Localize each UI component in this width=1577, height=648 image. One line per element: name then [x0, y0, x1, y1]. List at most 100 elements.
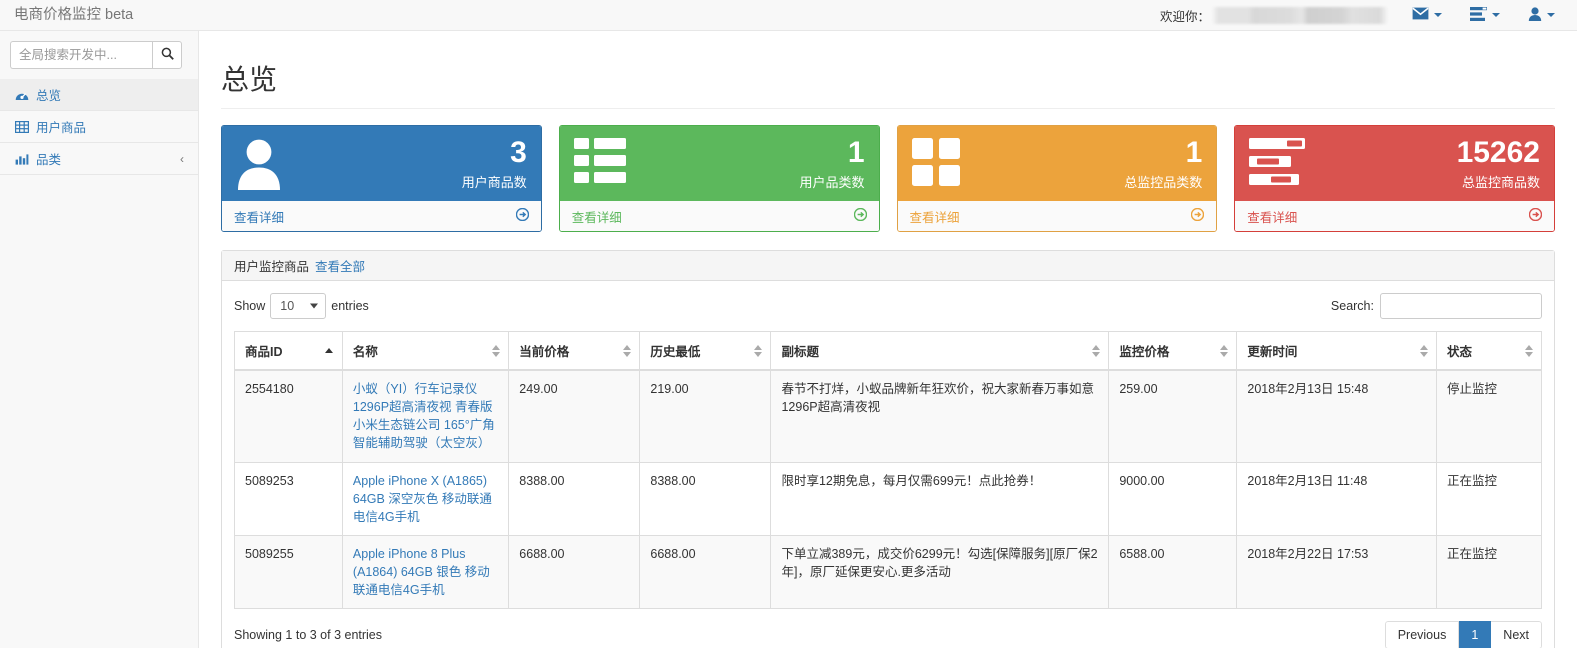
stat-card-body: 3 用户商品数: [222, 126, 541, 201]
app-brand[interactable]: 电商价格监控 beta: [0, 0, 133, 30]
cell-subtitle: 春节不打烊，小蚁品牌新年狂欢价，祝大家新春万事如意1296P超高清夜视: [770, 369, 1110, 463]
search-label: Search:: [1330, 299, 1374, 313]
entries-label: entries: [331, 299, 369, 313]
list-icon: [573, 136, 626, 187]
col-header-subtitle[interactable]: 副标题: [770, 331, 1110, 371]
sidebar-item-label: 用户商品: [36, 121, 87, 135]
chevron-down-icon: [1434, 13, 1442, 17]
arrow-circle-right-icon: [1191, 207, 1205, 224]
stat-card-footer[interactable]: 查看详细: [559, 201, 879, 231]
tasks-icon: [1470, 6, 1487, 24]
product-link[interactable]: Apple iPhone 8 Plus (A1864) 64GB 银色 移动联通…: [353, 547, 490, 597]
cell-name: 小蚁（YI）行车记录仪1296P超高清夜视 青春版 小米生态链公司 165°广角…: [341, 369, 510, 463]
stat-card-footer-label: 查看详细: [909, 210, 960, 225]
table-head: 商品ID 名称 当前价格 历史最低 副标题 监控价格 更新时间 状态: [234, 331, 1542, 371]
monitored-products-table: 商品ID 名称 当前价格 历史最低 副标题 监控价格 更新时间 状态 25541…: [234, 331, 1542, 610]
cell-subtitle: 限时享12期免息，每月仅需699元！点此抢券！: [770, 461, 1110, 536]
stat-card-footer[interactable]: 查看详细: [222, 201, 541, 231]
sidebar: 总览 用户商品 品类 ‹: [0, 31, 199, 648]
table-row[interactable]: 2554180 小蚁（YI）行车记录仪1296P超高清夜视 青春版 小米生态链公…: [234, 369, 1542, 463]
col-label: 监控价格: [1119, 345, 1170, 359]
username-redacted: [1212, 6, 1388, 24]
col-header-update-time[interactable]: 更新时间: [1236, 331, 1438, 371]
stat-card-footer[interactable]: 查看详细: [897, 201, 1217, 231]
stat-card-footer-label: 查看详细: [1247, 210, 1298, 225]
tasks-dropdown[interactable]: [1456, 0, 1514, 31]
stat-card-user-categories[interactable]: 1 用户品类数 查看详细: [558, 125, 880, 232]
chevron-down-icon: [1547, 13, 1555, 17]
cell-lowest-price: 219.00: [639, 369, 772, 463]
search-input[interactable]: [10, 41, 152, 69]
page-title: 总览: [221, 64, 278, 95]
stat-card-value: 1: [1185, 136, 1203, 169]
stat-card-label: 用户品类数: [799, 175, 865, 190]
stat-card-user-products[interactable]: 3 用户商品数 查看详细: [221, 125, 542, 232]
cell-product-id: 5089255: [234, 534, 343, 610]
cell-current-price: 8388.00: [508, 461, 641, 536]
topnav-right-group: 欢迎你：: [1160, 0, 1577, 31]
pagination-previous[interactable]: Previous: [1384, 621, 1460, 648]
stat-card-body: 1 用户品类数: [559, 126, 879, 201]
stat-card-body: 1 总监控品类数: [897, 126, 1217, 201]
product-link[interactable]: Apple iPhone X (A1865) 64GB 深空灰色 移动联通电信4…: [353, 474, 492, 524]
sidebar-item-categories[interactable]: 品类 ‹: [0, 143, 198, 175]
stat-card-footer-label: 查看详细: [571, 210, 622, 225]
cell-name: Apple iPhone 8 Plus (A1864) 64GB 银色 移动联通…: [341, 534, 510, 610]
panel-title: 用户监控商品: [234, 260, 310, 274]
stat-card-total-categories[interactable]: 1 总监控品类数 查看详细: [896, 125, 1218, 232]
col-header-monitor-price[interactable]: 监控价格: [1108, 331, 1238, 371]
stat-card-label: 总监控品类数: [1124, 175, 1203, 190]
messages-dropdown[interactable]: [1398, 0, 1456, 31]
sort-icon: [1091, 344, 1100, 358]
col-header-name[interactable]: 名称: [341, 331, 510, 371]
cell-product-id: 5089253: [234, 461, 343, 536]
datatable-search-input[interactable]: [1380, 293, 1542, 319]
search-icon: [161, 47, 174, 63]
user-dropdown[interactable]: [1514, 0, 1569, 31]
stat-card-label: 用户商品数: [461, 175, 527, 190]
col-header-status[interactable]: 状态: [1436, 331, 1542, 371]
sidebar-item-user-products[interactable]: 用户商品: [0, 111, 198, 143]
cell-update-time: 2018年2月13日 11:48: [1236, 461, 1438, 536]
product-link[interactable]: 小蚁（YI）行车记录仪1296P超高清夜视 青春版 小米生态链公司 165°广角…: [353, 382, 495, 450]
stat-card-body: 15262 总监控商品数: [1235, 126, 1554, 201]
sort-icon: [491, 344, 500, 358]
col-header-lowest-price[interactable]: 历史最低: [639, 331, 772, 371]
pagination-next[interactable]: Next: [1491, 621, 1542, 648]
datatable-info: Showing 1 to 3 of 3 entries: [234, 628, 383, 643]
cell-status: 正在监控: [1436, 534, 1542, 610]
stat-card-total-products[interactable]: 15262 总监控商品数 查看详细: [1234, 125, 1555, 232]
arrow-circle-right-icon: [853, 207, 867, 224]
col-label: 名称: [352, 345, 378, 359]
col-header-current-price[interactable]: 当前价格: [508, 331, 641, 371]
sort-icon: [622, 344, 631, 358]
table-row[interactable]: 5089253 Apple iPhone X (A1865) 64GB 深空灰色…: [234, 461, 1542, 536]
stat-card-footer[interactable]: 查看详细: [1235, 201, 1554, 231]
stat-card-numbers: 3 用户商品数: [462, 136, 527, 189]
col-header-product-id[interactable]: 商品ID: [234, 331, 343, 371]
stat-card-label: 总监控商品数: [1461, 175, 1540, 190]
table-body: 2554180 小蚁（YI）行车记录仪1296P超高清夜视 青春版 小米生态链公…: [234, 369, 1542, 610]
sidebar-item-overview[interactable]: 总览: [0, 79, 198, 111]
welcome-block: 欢迎你：: [1160, 6, 1398, 25]
sort-ascending-icon: [325, 346, 334, 356]
sidebar-item-label: 总览: [36, 89, 62, 103]
datatable-footer: Showing 1 to 3 of 3 entries Previous 1 N…: [234, 620, 1542, 648]
datatable-search-control: Search:: [1331, 293, 1542, 319]
grid-icon: [911, 136, 960, 189]
stat-card-value: 1: [847, 136, 865, 169]
tasks-icon: [1249, 136, 1306, 189]
stat-card-numbers: 15262 总监控商品数: [1457, 136, 1540, 189]
table-row[interactable]: 5089255 Apple iPhone 8 Plus (A1864) 64GB…: [234, 534, 1542, 610]
col-label: 当前价格: [519, 345, 570, 359]
col-label: 副标题: [781, 345, 819, 359]
stat-cards-row: 3 用户商品数 查看详细 1 用户品类数 查看详细 1 总监控品类数 查看详细 …: [199, 109, 1577, 232]
datatable-controls: Show 10 entries Search:: [234, 291, 1542, 321]
view-all-link[interactable]: 查看全部: [315, 256, 365, 275]
pagination-page-1[interactable]: 1: [1459, 621, 1492, 648]
page-length-select[interactable]: 10: [270, 293, 327, 319]
sidebar-item-label: 品类: [36, 153, 62, 167]
search-button[interactable]: [152, 41, 182, 69]
page-length-value: 10: [280, 299, 295, 313]
datatable-length-control: Show 10 entries: [234, 293, 369, 319]
